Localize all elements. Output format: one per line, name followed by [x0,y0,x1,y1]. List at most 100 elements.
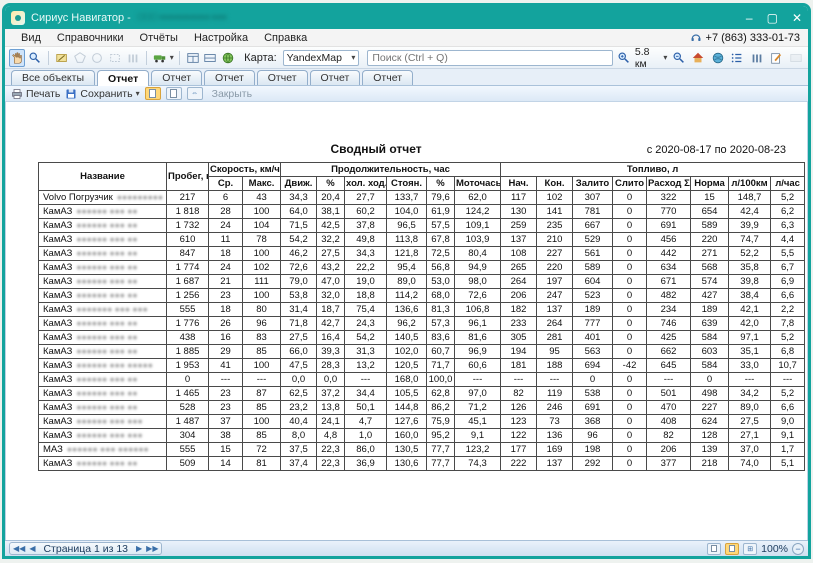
table-cell: 39,9 [729,219,771,233]
prev-page-button[interactable]: ◀ [29,543,35,555]
table-cell: 222 [501,457,537,471]
zoom-out-button[interactable]: − [792,543,804,555]
redacted-plate: ●●●●●● ●●● ●● [76,262,137,272]
home-icon[interactable] [690,49,707,67]
table-cell: 66,0 [281,345,317,359]
table-cell: 234 [647,303,691,317]
vehicle-dropdown-icon[interactable] [152,49,168,67]
table-cell: 71,8 [281,317,317,331]
globe-tool-icon[interactable] [220,49,236,67]
close-report-button[interactable]: Закрыть [212,88,252,100]
col-moving: Движ. [281,177,317,191]
table-cell: 206 [647,443,691,457]
table-cell: 604 [573,275,613,289]
redacted-plate: ●●●●●● ●●● ●● [76,458,137,468]
image-view-icon[interactable] [787,49,804,67]
next-page-button[interactable]: ▶ [136,543,142,555]
menu-view[interactable]: Вид [13,32,49,44]
menu-settings[interactable]: Настройка [186,32,256,44]
table-cell: 691 [573,401,613,415]
tab-report-4[interactable]: Отчет [257,70,308,85]
table-cell: 35,1 [729,345,771,359]
table-cell: 100 [243,415,281,429]
globe-icon[interactable] [709,49,726,67]
menu-help[interactable]: Справка [256,32,315,44]
table-cell: 0 [613,401,647,415]
table-cell: 639 [691,317,729,331]
table-cell: 100 [243,205,281,219]
zoom-in-map-icon[interactable] [615,49,632,67]
tab-report-active[interactable]: Отчет [97,70,149,86]
col-moving-pct: % [317,177,345,191]
table-cell: --- [209,373,243,387]
search-input[interactable] [367,50,613,66]
table-cell: 148,7 [729,191,771,205]
table-cell: 144,8 [387,401,427,415]
table-cell: 72,5 [427,247,455,261]
map-scale-dropdown[interactable]: 5.8 км ▾ [635,46,667,70]
view-single-button[interactable] [707,543,721,555]
last-page-button[interactable]: ▶▶ [146,543,158,555]
table-cell: 563 [573,345,613,359]
geofence-icon[interactable] [748,49,765,67]
table-cell: 100 [243,247,281,261]
polygon-tool-icon[interactable] [72,49,88,67]
table-cell: 220 [537,261,573,275]
table-cell: 57,3 [427,317,455,331]
view-multi-button[interactable]: ⊞ [743,543,757,555]
zoom-out-map-icon[interactable] [670,49,687,67]
table-cell: 1 732 [167,219,209,233]
tab-report-3[interactable]: Отчет [204,70,255,85]
list-icon[interactable] [729,49,746,67]
redacted-plate: ●●●●●● ●●● ●● [76,290,137,300]
table-cell: 1 774 [167,261,209,275]
redacted-plate: ●●●●●● ●●● ●●● [76,430,142,440]
menu-reports[interactable]: Отчёты [132,32,186,44]
view-continuous-button[interactable] [725,543,739,555]
menu-bar: Вид Справочники Отчёты Настройка Справка… [5,29,808,47]
map-edit-icon[interactable] [54,49,70,67]
table-cell: 246 [537,401,573,415]
rect-tool-icon[interactable] [107,49,123,67]
maximize-button[interactable]: ▢ [767,11,778,25]
print-button[interactable]: Печать [11,88,60,100]
save-button[interactable]: Сохранить ▾ [65,88,139,100]
circle-tool-icon[interactable] [90,49,106,67]
table-cell: 509 [167,457,209,471]
minimize-button[interactable]: – [746,11,753,25]
vehicle-dropdown-caret[interactable]: ▾ [170,53,174,62]
table-cell: 523 [573,289,613,303]
table-cell: 136 [537,429,573,443]
first-page-button[interactable]: ◀◀ [13,543,25,555]
panel-split-icon[interactable] [202,49,218,67]
fit-page-button[interactable]: ⇔ [187,87,203,100]
pan-tool-icon[interactable] [9,49,25,67]
fence-tool-icon[interactable] [125,49,141,67]
map-select[interactable]: YandexMap ▾ [283,50,360,66]
table-cell: 73 [537,415,573,429]
table-cell: 56,8 [427,261,455,275]
tab-report-5[interactable]: Отчет [310,70,361,85]
table-cell: 37,8 [345,219,387,233]
table-cell: 54,2 [345,331,387,345]
zoom-tool-icon[interactable] [27,49,43,67]
menu-directories[interactable]: Справочники [49,32,132,44]
table-cell: 220 [691,233,729,247]
table-cell: 584 [691,359,729,373]
table-cell: 100 [243,289,281,303]
tab-report-6[interactable]: Отчет [362,70,413,85]
table-cell: 80,4 [455,247,501,261]
table-cell: 87 [243,387,281,401]
table-cell: 1,7 [771,443,805,457]
table-row: КамАЗ●●●●●●● ●●● ●●●555188031,418,775,41… [39,303,805,317]
single-page-view-button[interactable] [145,87,161,100]
close-button[interactable]: ✕ [792,11,802,25]
continuous-view-button[interactable] [166,87,182,100]
edit-note-icon[interactable] [768,49,785,67]
tab-all-objects[interactable]: Все объекты [11,70,95,85]
panel-table-icon[interactable] [185,49,201,67]
table-cell: 1,0 [345,429,387,443]
table-cell: 0 [613,205,647,219]
table-cell: 7,8 [771,317,805,331]
tab-report-2[interactable]: Отчет [151,70,202,85]
